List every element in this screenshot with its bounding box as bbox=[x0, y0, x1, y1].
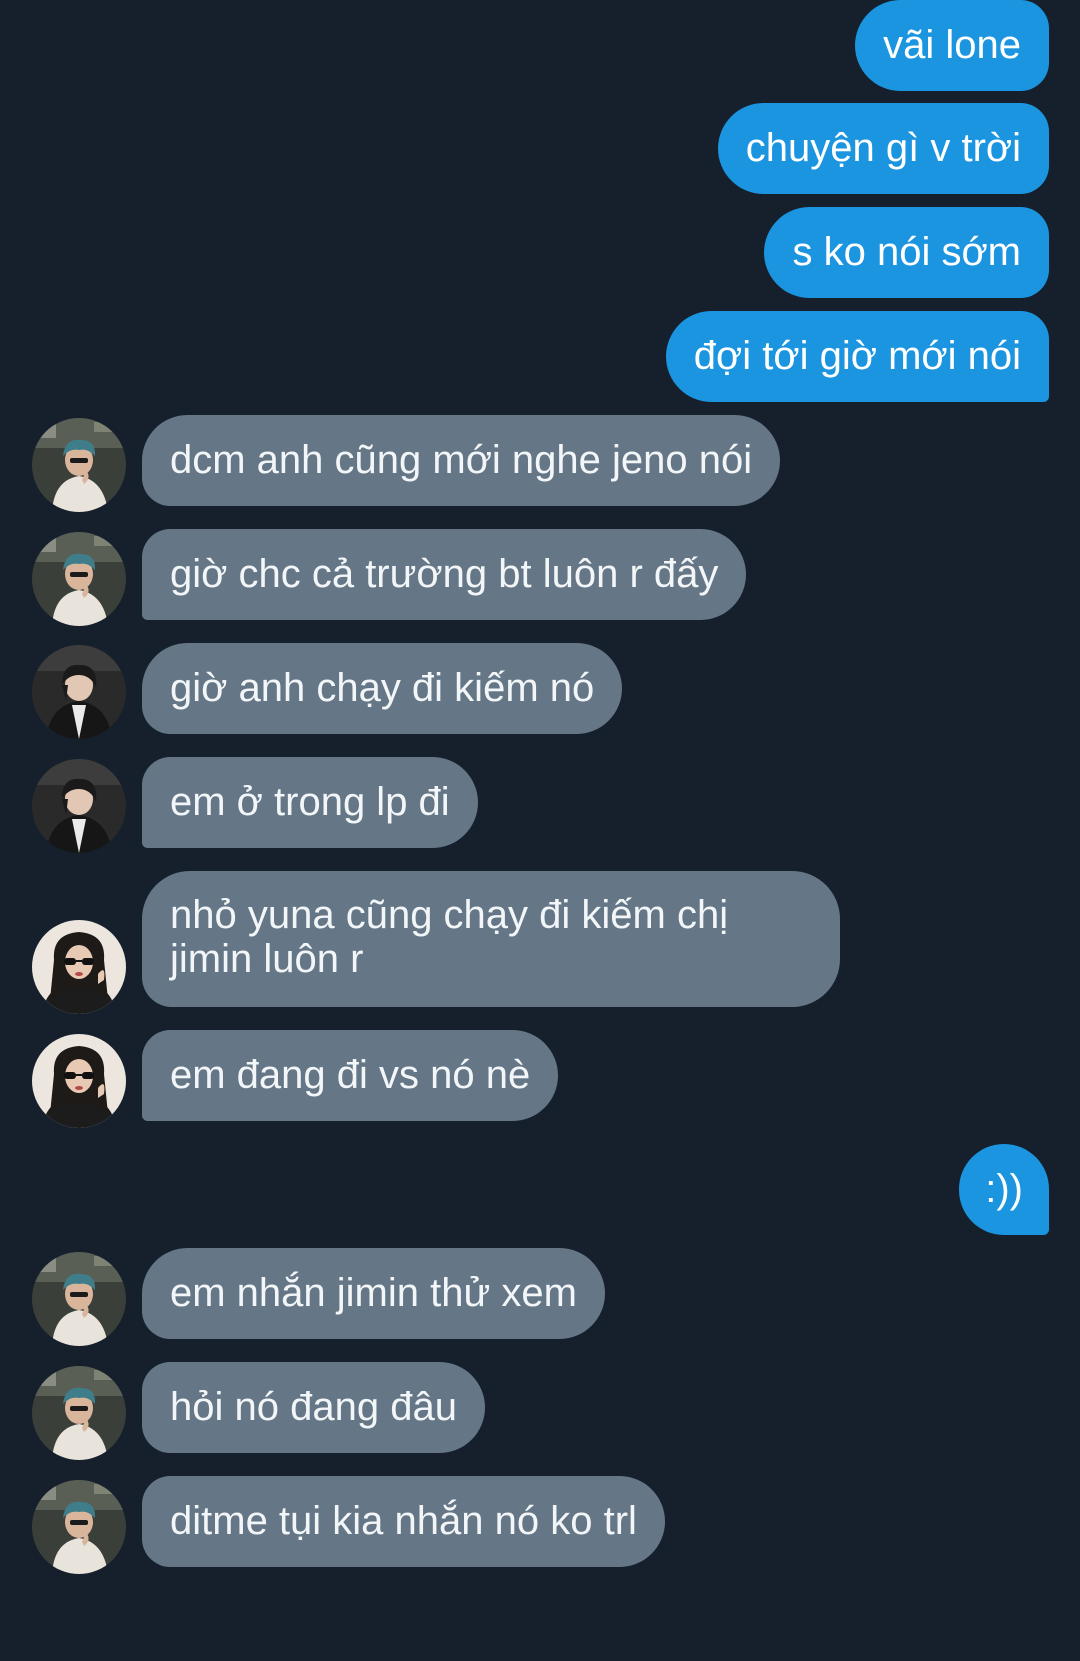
incoming-message-bubble[interactable]: giờ anh chạy đi kiếm nó bbox=[142, 643, 623, 734]
avatar-image bbox=[32, 759, 126, 853]
incoming-message-bubble[interactable]: nhỏ yuna cũng chạy đi kiếm chị jimin luô… bbox=[142, 871, 840, 1007]
avatar-teal-hair-guy[interactable] bbox=[32, 1366, 126, 1460]
message-text: em ở trong lp đi bbox=[170, 780, 450, 824]
outgoing-message-bubble[interactable]: vãi lone bbox=[855, 0, 1049, 91]
incoming-message-bubble[interactable]: hỏi nó đang đâu bbox=[142, 1362, 485, 1453]
avatar-dark-hair-guy[interactable] bbox=[32, 759, 126, 853]
avatar-teal-hair-guy[interactable] bbox=[32, 418, 126, 512]
message-text: chuyện gì v trời bbox=[745, 126, 1021, 170]
message-text: đợi tới giờ mới nói bbox=[693, 334, 1021, 378]
avatar-image bbox=[32, 532, 126, 626]
incoming-message-bubble[interactable]: em ở trong lp đi bbox=[142, 757, 478, 848]
outgoing-message-bubble[interactable]: s ko nói sớm bbox=[764, 207, 1049, 298]
avatar-image bbox=[32, 645, 126, 739]
avatar-image bbox=[32, 418, 126, 512]
incoming-message-bubble[interactable]: em đang đi vs nó nè bbox=[142, 1030, 559, 1121]
avatar-teal-hair-guy[interactable] bbox=[32, 532, 126, 626]
incoming-message-bubble[interactable]: ditme tụi kia nhắn nó ko trl bbox=[142, 1476, 665, 1567]
avatar-dark-hair-guy[interactable] bbox=[32, 645, 126, 739]
message-text: s ko nói sớm bbox=[792, 230, 1021, 274]
avatar-girl-sunglasses[interactable] bbox=[32, 1034, 126, 1128]
outgoing-message-bubble[interactable]: :)) bbox=[959, 1144, 1049, 1235]
incoming-message-bubble[interactable]: giờ chc cả trường bt luôn r đấy bbox=[142, 529, 747, 620]
message-text: :)) bbox=[985, 1167, 1023, 1211]
incoming-message-bubble[interactable]: em nhắn jimin thử xem bbox=[142, 1248, 605, 1339]
conversation-thread[interactable]: vãi lone chuyện gì v trời s ko nói sớm đ… bbox=[0, 0, 1080, 1661]
incoming-message-bubble[interactable]: dcm anh cũng mới nghe jeno nói bbox=[142, 415, 781, 506]
avatar-image bbox=[32, 920, 126, 1014]
avatar-girl-sunglasses[interactable] bbox=[32, 920, 126, 1014]
message-text: vãi lone bbox=[883, 23, 1021, 67]
avatar-image bbox=[32, 1366, 126, 1460]
avatar-image bbox=[32, 1252, 126, 1346]
message-text: giờ chc cả trường bt luôn r đấy bbox=[170, 552, 719, 596]
avatar-image bbox=[32, 1034, 126, 1128]
message-text: hỏi nó đang đâu bbox=[170, 1385, 457, 1429]
avatar-teal-hair-guy[interactable] bbox=[32, 1480, 126, 1574]
message-text: dcm anh cũng mới nghe jeno nói bbox=[170, 438, 753, 482]
message-text: nhỏ yuna cũng chạy đi kiếm chị jimin luô… bbox=[170, 893, 729, 981]
outgoing-message-bubble[interactable]: đợi tới giờ mới nói bbox=[665, 311, 1049, 402]
message-text: ditme tụi kia nhắn nó ko trl bbox=[170, 1499, 637, 1543]
message-text: giờ anh chạy đi kiếm nó bbox=[170, 666, 595, 710]
message-text: em đang đi vs nó nè bbox=[170, 1053, 531, 1097]
message-text: em nhắn jimin thử xem bbox=[170, 1271, 577, 1315]
avatar-image bbox=[32, 1480, 126, 1574]
avatar-teal-hair-guy[interactable] bbox=[32, 1252, 126, 1346]
outgoing-message-bubble[interactable]: chuyện gì v trời bbox=[717, 103, 1049, 194]
